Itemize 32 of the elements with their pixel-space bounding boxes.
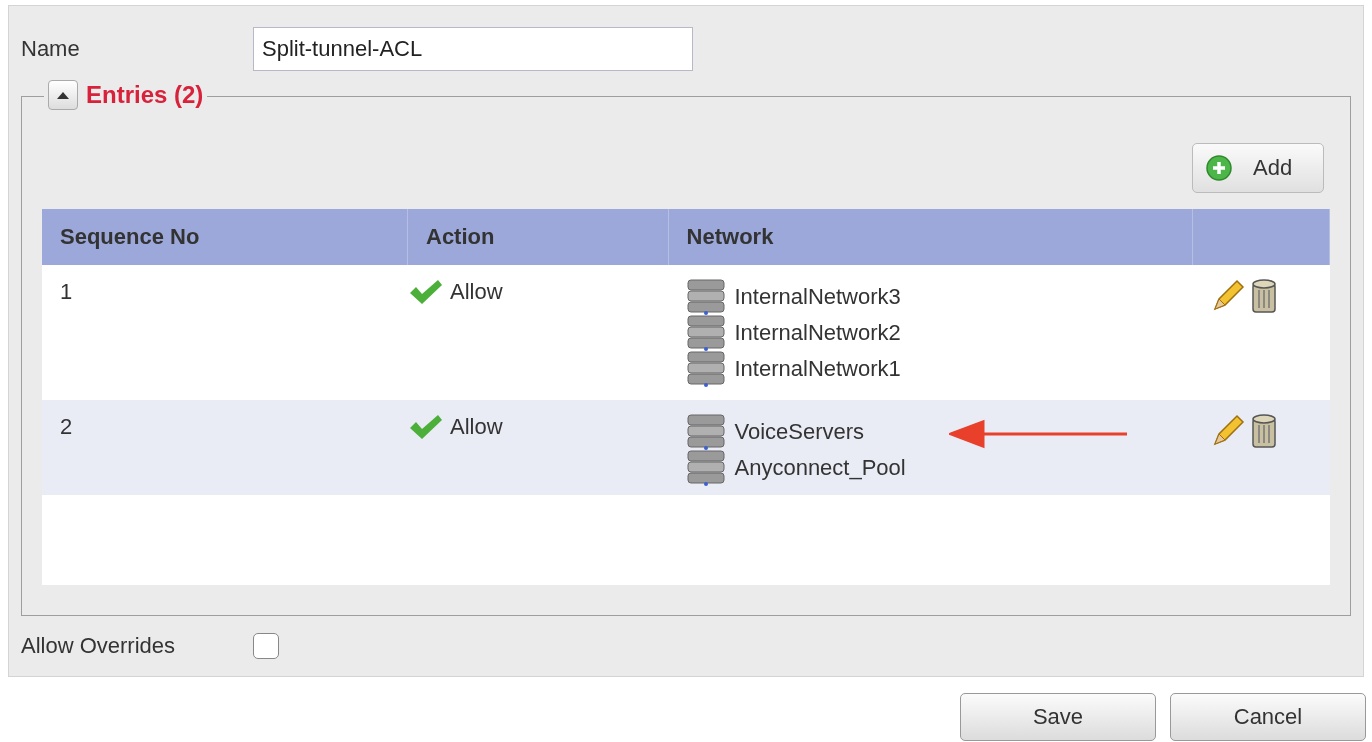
checkbox[interactable] — [253, 633, 279, 659]
plus-icon — [1205, 154, 1233, 182]
network-name: InternalNetwork2 — [734, 320, 901, 346]
collapse-button[interactable] — [48, 80, 78, 110]
add-button[interactable]: Add — [1192, 143, 1324, 193]
name-label: Name — [21, 36, 81, 62]
table-cell: Allow — [450, 279, 503, 305]
column-header: Action — [408, 209, 669, 265]
server-icon — [686, 450, 725, 486]
network-name: InternalNetwork1 — [734, 356, 901, 382]
trash-icon[interactable] — [1250, 414, 1277, 448]
network-name: VoiceServers — [734, 419, 865, 445]
trash-icon[interactable] — [1250, 279, 1277, 313]
server-icon — [686, 279, 725, 315]
network-name: Anyconnect_Pool — [734, 455, 906, 481]
cancel-button[interactable]: Cancel — [1170, 693, 1366, 741]
table-cell: 2 — [60, 414, 73, 440]
allow-overrides-label: Allow Overrides — [21, 633, 177, 659]
network-name: InternalNetwork3 — [734, 284, 901, 310]
server-icon — [686, 351, 725, 387]
checkmark-icon — [408, 279, 444, 305]
table-cell: Allow — [450, 414, 503, 440]
column-header: Sequence No — [42, 209, 408, 265]
caret-icon — [56, 90, 70, 100]
column-header: Network — [668, 209, 1193, 265]
name-field[interactable]: Split-tunnel-ACL — [253, 27, 693, 71]
section-title: Entries (2) — [86, 81, 204, 109]
server-icon — [686, 315, 725, 351]
table-cell: 1 — [60, 279, 73, 305]
server-icon — [686, 414, 725, 450]
save-button[interactable]: Save — [960, 693, 1156, 741]
checkmark-icon — [408, 414, 444, 440]
